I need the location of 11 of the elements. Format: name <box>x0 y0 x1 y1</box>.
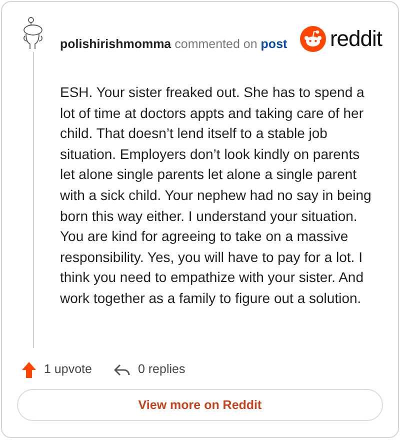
view-more-button[interactable]: View more on Reddit <box>17 389 383 421</box>
comment-text: ESH. Your sister freaked out. She has to spend a lot of time at doctors appts and taking care of her child. That doesn’t lend itself to a stable job situation. Employers don’t look kindly on parents let alone single parents let alone a single parent with a sick child. Your nephew had no say in being born this way either. I understand your situation. You are kind for agreeing to take on a massive responsibility. Yes, you will have to pay for a lot. I think you need to empathize with your sister. And work together as a family to figure out a solution. <box>60 83 372 308</box>
reply-icon[interactable] <box>114 362 130 377</box>
logo-icon <box>300 26 326 52</box>
brand-name: reddit <box>330 25 382 53</box>
upvote-count: 1 upvote <box>44 361 92 378</box>
post-link[interactable]: post <box>260 37 288 51</box>
avatar-icon <box>22 16 44 50</box>
comment-header: polishirishmomma commented on post <box>60 36 288 53</box>
reply-count: 0 replies <box>138 361 186 378</box>
upvote-icon[interactable] <box>22 362 36 378</box>
